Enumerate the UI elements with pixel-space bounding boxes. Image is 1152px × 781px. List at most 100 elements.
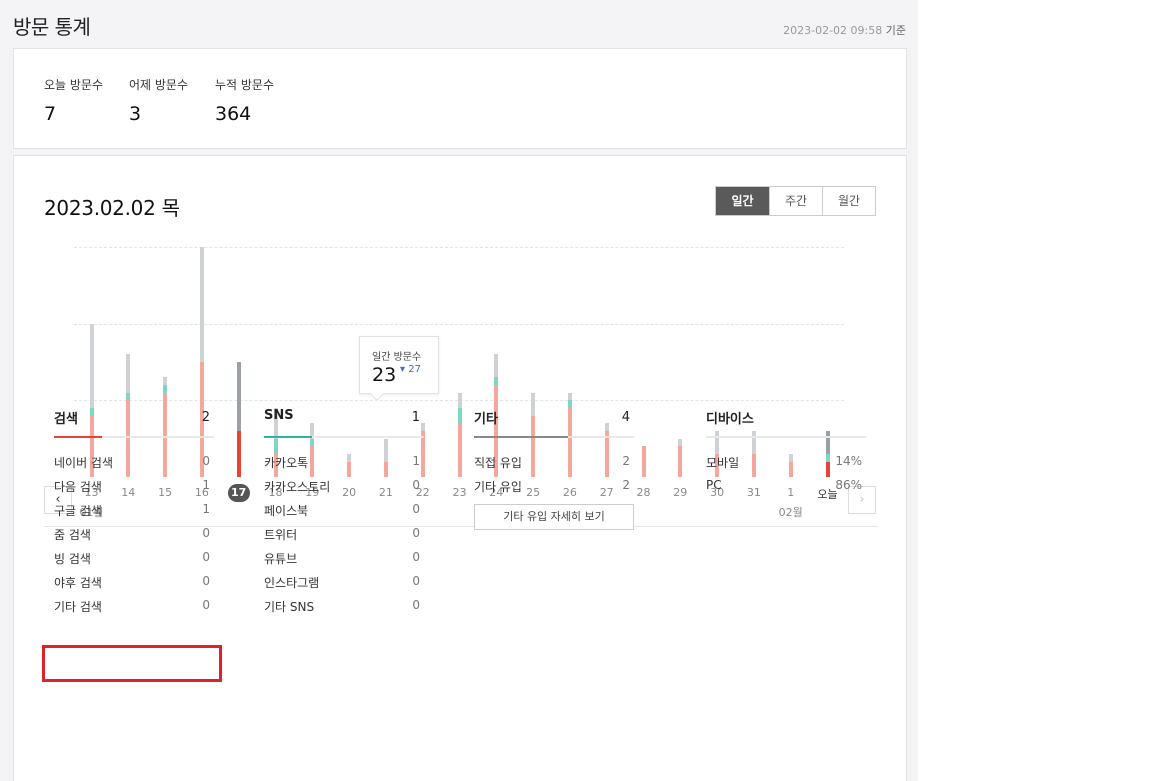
breakdown-title: 검색 xyxy=(54,412,78,427)
tab-monthly[interactable]: 월간 xyxy=(822,187,875,215)
chart-bar-segment-search xyxy=(641,446,646,477)
stat-yesterday-label: 어제 방문수 xyxy=(129,78,189,92)
chart-tooltip: 일간 방문수 23 ▾ 27 xyxy=(359,336,439,402)
tooltip-diff-value: 27 xyxy=(408,364,421,375)
timestamp-suffix: 기준 xyxy=(885,24,906,37)
stat-today-label: 오늘 방문수 xyxy=(44,78,104,92)
breakdown-row: 다음 검색 1 xyxy=(54,472,214,496)
breakdown-row: 페이스북 0 xyxy=(264,496,424,520)
other-inflow-detail-button[interactable]: 기타 유입 자세히 보기 xyxy=(474,504,634,530)
breakdown-row-label: 줌 검색 xyxy=(54,528,91,542)
chart-bar-segment-other xyxy=(678,438,683,447)
breakdown-row-label: 모바일 xyxy=(706,456,740,470)
timestamp: 2023-02-02 09:58 기준 xyxy=(783,22,906,38)
breakdown-row-label: 빙 검색 xyxy=(54,552,91,566)
breakdown-row-label: 직접 유입 xyxy=(474,456,522,470)
breakdown-count: 1 xyxy=(411,410,420,425)
breakdown-row: 네이버 검색 0 xyxy=(54,448,214,472)
tooltip-label: 일간 방문수 xyxy=(372,352,422,363)
breakdown-row: 카카오톡 1 xyxy=(264,448,424,472)
breakdown-row-value: 0 xyxy=(202,526,210,540)
chart-date-heading: 2023.02.02 목 xyxy=(44,196,180,220)
chart-bar-segment-sns xyxy=(457,408,462,424)
chart-bar-segment-other xyxy=(199,247,204,362)
stats-page: 방문 통계 2023-02-02 09:58 기준 오늘 방문수 7 어제 방문… xyxy=(0,0,918,781)
breakdown-row-label: 다음 검색 xyxy=(54,480,102,494)
stat-total-value: 364 xyxy=(215,103,252,125)
page-title: 방문 통계 xyxy=(13,15,91,39)
highlight-box xyxy=(42,645,222,682)
stat-today-value: 7 xyxy=(44,103,57,125)
breakdown-row-label: 기타 유입 xyxy=(474,480,522,494)
breakdown-row-label: 기타 검색 xyxy=(54,600,102,614)
breakdown-row-value: 0 xyxy=(412,502,420,516)
period-tabs: 일간 주간 월간 xyxy=(715,186,876,216)
tooltip-pointer xyxy=(369,386,385,402)
chart-bar[interactable] xyxy=(236,362,241,477)
breakdown-row-value: 2 xyxy=(622,454,630,468)
breakdown-row-value: 0 xyxy=(412,526,420,540)
chart-bar-segment-other xyxy=(126,354,131,393)
chart-month-label: 02월 xyxy=(778,506,803,519)
gridline xyxy=(74,324,844,325)
tooltip-value: 23 xyxy=(372,364,397,386)
stat-total: 누적 방문수 364 xyxy=(215,76,274,125)
breakdown-row-label: 네이버 검색 xyxy=(54,456,114,470)
breakdown-row-value: 1 xyxy=(202,502,210,516)
gridline xyxy=(74,247,844,248)
stat-yesterday: 어제 방문수 3 xyxy=(129,76,188,125)
chart-day-label[interactable]: 29 xyxy=(665,486,695,499)
stat-yesterday-value: 3 xyxy=(129,103,142,125)
breakdown-row: 카카오스토리 0 xyxy=(264,472,424,496)
breakdown-row-label: 카카오톡 xyxy=(264,456,309,470)
chart-bar-segment-sns xyxy=(494,377,499,385)
breakdown-accent-line xyxy=(264,436,312,438)
tab-weekly[interactable]: 주간 xyxy=(769,187,822,215)
breakdown-row-value: 1 xyxy=(412,454,420,468)
tooltip-diff: ▾ 27 xyxy=(400,364,421,375)
breakdown-row-value: 2 xyxy=(622,478,630,492)
chart-bar-segment-sns xyxy=(567,400,572,408)
tooltip-diff-arrow-icon: ▾ xyxy=(400,364,406,375)
chart-bar[interactable] xyxy=(457,392,462,477)
chart-bar[interactable] xyxy=(641,446,646,477)
breakdown-row-value: 0 xyxy=(412,574,420,588)
chart-bar-segment-other xyxy=(163,377,168,385)
breakdown-row: 기타 SNS 0 xyxy=(264,592,424,616)
chart-bar-segment-other xyxy=(89,323,94,408)
breakdown-row-value: 0 xyxy=(202,574,210,588)
chart-bar-segment-sns xyxy=(163,385,168,393)
breakdown-title: 기타 xyxy=(474,412,498,427)
tab-daily[interactable]: 일간 xyxy=(716,187,769,215)
breakdown-row: 구글 검색 1 xyxy=(54,496,214,520)
breakdown-count: 4 xyxy=(621,410,630,425)
breakdown-row-value: 14% xyxy=(835,454,862,468)
breakdown-row-value: 0 xyxy=(202,454,210,468)
breakdown-row: 빙 검색 0 xyxy=(54,544,214,568)
chart-day-label[interactable]: 17 xyxy=(227,484,250,502)
breakdown-row-label: 야후 검색 xyxy=(54,576,102,590)
breakdown-row-label: 기타 SNS xyxy=(264,600,315,614)
breakdown-row: 유튜브 0 xyxy=(264,544,424,568)
breakdown-header: 디바이스 xyxy=(706,408,866,438)
breakdown-device: 디바이스모바일 14% PC 86% xyxy=(706,408,866,496)
breakdown-row: 기타 유입 2 xyxy=(474,472,634,496)
breakdown-row: 모바일 14% xyxy=(706,448,866,472)
chart-bar[interactable] xyxy=(678,438,683,477)
stat-total-label: 누적 방문수 xyxy=(215,78,275,92)
breakdown-row: 트위터 0 xyxy=(264,520,424,544)
breakdown-row-value: 0 xyxy=(412,478,420,492)
chart-bar-segment-search xyxy=(678,446,683,477)
chart-bar-segment-search xyxy=(457,423,462,477)
breakdown-row-label: PC xyxy=(706,478,722,492)
breakdown-row-label: 구글 검색 xyxy=(54,504,102,518)
breakdown-row-label: 트위터 xyxy=(264,528,298,542)
breakdown-row-value: 0 xyxy=(412,598,420,612)
breakdown-header: SNS 1 xyxy=(264,408,424,438)
breakdown-row-value: 1 xyxy=(202,478,210,492)
breakdown-row-value: 0 xyxy=(202,598,210,612)
chart-day-label[interactable]: 23 xyxy=(445,486,475,499)
breakdown-row: 기타 검색 0 xyxy=(54,592,214,616)
breakdown-row-value: 86% xyxy=(835,478,862,492)
breakdown-sns: SNS 1 카카오톡 1 카카오스토리 0 페이스북 0 트위터 0 유튜브 0 인스타그램 0 기타 SN… xyxy=(264,408,424,616)
